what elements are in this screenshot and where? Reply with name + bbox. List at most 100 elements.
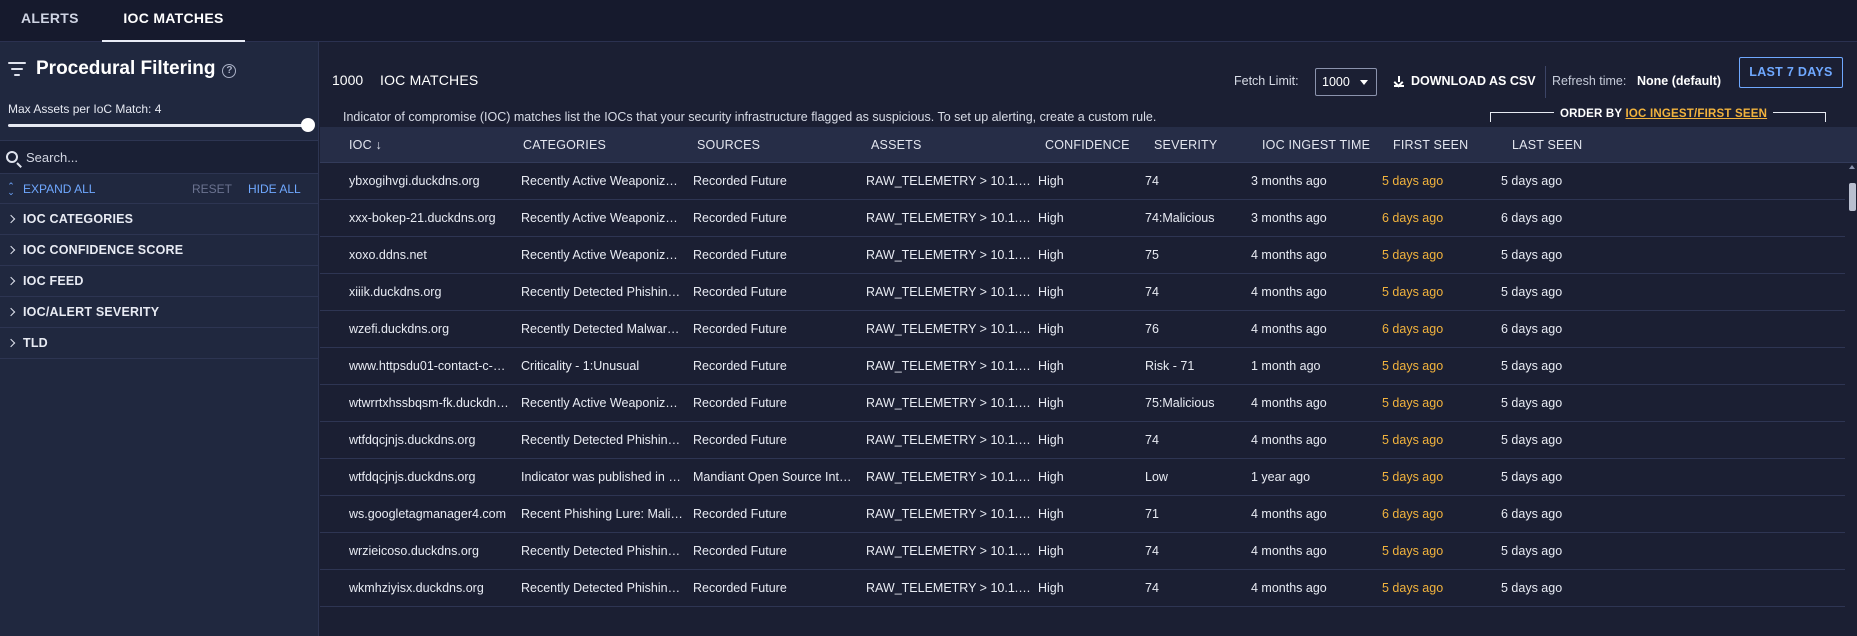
table-row[interactable]: www.httpsdu01-contact-c-2023.com Critical… bbox=[320, 348, 1845, 385]
cell-categories: Recently Detected Phishing Techniques bbox=[521, 285, 683, 299]
cell-first-seen: 6 days ago bbox=[1382, 211, 1444, 225]
column-header-first-seen[interactable]: FIRST SEEN bbox=[1393, 127, 1468, 163]
cell-sources: Recorded Future bbox=[693, 248, 787, 262]
filter-group-ioc-feed[interactable]: IOC FEED bbox=[0, 266, 318, 297]
table-row[interactable]: ybxogihvgi.duckdns.org Recently Active We… bbox=[320, 163, 1845, 200]
cell-assets: RAW_TELEMETRY > 10.1.130.205 bbox=[866, 322, 1034, 336]
time-range-button[interactable]: LAST 7 DAYS bbox=[1739, 57, 1843, 88]
cell-categories: Recently Active Weaponized Domain bbox=[521, 248, 683, 262]
cell-ioc[interactable]: ws.googletagmanager4.com bbox=[349, 496, 509, 532]
scroll-up-arrow-icon[interactable] bbox=[1849, 165, 1855, 169]
cell-last-seen: 5 days ago bbox=[1501, 544, 1563, 558]
cell-confidence: High bbox=[1038, 544, 1064, 558]
scrollbar-thumb[interactable] bbox=[1849, 183, 1856, 211]
search-icon bbox=[6, 151, 18, 163]
column-header-confidence[interactable]: CONFIDENCE bbox=[1045, 127, 1130, 163]
cell-assets: RAW_TELEMETRY > 10.1.67.130 bbox=[866, 396, 1034, 410]
cell-first-seen: 5 days ago bbox=[1382, 433, 1444, 447]
hide-all-button[interactable]: HIDE ALL bbox=[248, 182, 301, 196]
table-row[interactable]: wtwrrtxhssbqsm-fk.duckdns.org Recently Ac… bbox=[320, 385, 1845, 422]
cell-ioc[interactable]: xiiik.duckdns.org bbox=[349, 274, 509, 310]
tab-alerts[interactable]: ALERTS bbox=[21, 0, 79, 42]
cell-last-seen: 6 days ago bbox=[1501, 507, 1563, 521]
order-by-label: ORDER BY bbox=[1560, 108, 1623, 120]
cell-categories: Recently Detected Malware Operation bbox=[521, 322, 683, 336]
fetch-limit-label: Fetch Limit: bbox=[1234, 74, 1299, 88]
cell-ioc-ingest-time: 4 months ago bbox=[1251, 322, 1327, 336]
cell-assets: RAW_TELEMETRY > 10.1.11.36 bbox=[866, 359, 1034, 373]
cell-first-seen: 6 days ago bbox=[1382, 507, 1444, 521]
cell-ioc[interactable]: xoxo.ddns.net bbox=[349, 237, 509, 273]
table-row[interactable]: wtfdqcjnjs.duckdns.org Indicator was publ… bbox=[320, 459, 1845, 496]
filter-group-ioc-confidence-score[interactable]: IOC CONFIDENCE SCORE bbox=[0, 235, 318, 266]
cell-ioc[interactable]: xxx-bokep-21.duckdns.org bbox=[349, 200, 509, 236]
cell-ioc[interactable]: wzefi.duckdns.org bbox=[349, 311, 509, 347]
cell-categories: Indicator was published in public source… bbox=[521, 470, 683, 484]
table-row[interactable]: wkmhziyisx.duckdns.org Recently Detected … bbox=[320, 570, 1845, 607]
cell-severity: 75:Malicious bbox=[1145, 396, 1215, 410]
cell-severity: 74 bbox=[1145, 285, 1159, 299]
cell-categories: Recently Active Weaponized Domain bbox=[521, 396, 683, 410]
column-header-assets[interactable]: ASSETS bbox=[871, 127, 922, 163]
cell-ioc-ingest-time: 4 months ago bbox=[1251, 285, 1327, 299]
column-header-severity[interactable]: SEVERITY bbox=[1154, 127, 1217, 163]
table-row[interactable]: wtfdqcjnjs.duckdns.org Recently Detected … bbox=[320, 422, 1845, 459]
column-header-sources[interactable]: SOURCES bbox=[697, 127, 760, 163]
column-header-last-seen[interactable]: LAST SEEN bbox=[1512, 127, 1582, 163]
filter-group-ioc-categories[interactable]: IOC CATEGORIES bbox=[0, 204, 318, 235]
cell-categories: Recently Active Weaponized Domain bbox=[521, 211, 683, 225]
cell-ioc[interactable]: wtfdqcjnjs.duckdns.org bbox=[349, 422, 509, 458]
expand-all-button[interactable]: ⌃ ⌄ EXPAND ALL bbox=[6, 181, 95, 197]
cell-ioc[interactable]: www.httpsdu01-contact-c-2023.com bbox=[349, 348, 509, 384]
cell-categories: Recently Detected Phishing Techniques bbox=[521, 544, 683, 558]
cell-ioc[interactable]: wtfdqcjnjs.duckdns.org bbox=[349, 459, 509, 495]
cell-ioc[interactable]: ybxogihvgi.duckdns.org bbox=[349, 163, 509, 199]
cell-ioc-ingest-time: 4 months ago bbox=[1251, 433, 1327, 447]
cell-sources: Recorded Future bbox=[693, 581, 787, 595]
max-assets-slider-track[interactable] bbox=[8, 124, 308, 127]
column-header-ioc[interactable]: IOC ↓ bbox=[349, 127, 382, 163]
table-row[interactable]: xxx-bokep-21.duckdns.org Recently Active … bbox=[320, 200, 1845, 237]
cell-severity: 75 bbox=[1145, 248, 1159, 262]
fetch-limit-select[interactable]: 1000 bbox=[1315, 68, 1377, 96]
page-title: IOC MATCHES bbox=[380, 72, 479, 88]
help-icon[interactable]: ? bbox=[222, 63, 237, 78]
expand-collapse-icon: ⌃ ⌄ bbox=[7, 181, 15, 197]
search-input[interactable] bbox=[26, 141, 314, 173]
caret-down-icon bbox=[1360, 80, 1368, 85]
cell-severity: 74 bbox=[1145, 581, 1159, 595]
tab-ioc-matches[interactable]: IOC MATCHES bbox=[102, 0, 245, 42]
cell-categories: Recently Detected Phishing Techniques bbox=[521, 581, 683, 595]
filter-group-tld[interactable]: TLD bbox=[0, 328, 318, 359]
filter-icon bbox=[8, 62, 26, 76]
refresh-time-value[interactable]: None (default) bbox=[1637, 74, 1721, 88]
cell-categories: Recently Active Weaponized Domain bbox=[521, 174, 683, 188]
download-csv-label: DOWNLOAD AS CSV bbox=[1411, 74, 1536, 88]
cell-first-seen: 5 days ago bbox=[1382, 359, 1444, 373]
chevron-right-icon bbox=[6, 307, 16, 317]
reset-button[interactable]: RESET bbox=[192, 182, 232, 196]
sidebar-title: Procedural Filtering bbox=[36, 58, 216, 79]
cell-ioc[interactable]: wkmhziyisx.duckdns.org bbox=[349, 570, 509, 606]
table-row[interactable]: xiiik.duckdns.org Recently Detected Phish… bbox=[320, 274, 1845, 311]
table-row[interactable]: xoxo.ddns.net Recently Active Weaponized … bbox=[320, 237, 1845, 274]
table-scrollbar[interactable] bbox=[1847, 163, 1857, 636]
table-row[interactable]: wrzieicoso.duckdns.org Recently Detected … bbox=[320, 533, 1845, 570]
filter-group-ioc-alert-severity[interactable]: IOC/ALERT SEVERITY bbox=[0, 297, 318, 328]
column-header-categories[interactable]: CATEGORIES bbox=[523, 127, 606, 163]
download-csv-button[interactable]: DOWNLOAD AS CSV bbox=[1394, 74, 1536, 88]
cell-severity: Low bbox=[1145, 470, 1168, 484]
order-by-control[interactable]: ORDER BY IOC INGEST/FIRST SEEN bbox=[1554, 108, 1774, 120]
cell-last-seen: 5 days ago bbox=[1501, 174, 1563, 188]
order-by-value[interactable]: IOC INGEST/FIRST SEEN bbox=[1626, 108, 1768, 120]
column-header-ioc-ingest-time[interactable]: IOC INGEST TIME bbox=[1262, 127, 1370, 163]
table-row[interactable]: ws.googletagmanager4.com Recent Phishing … bbox=[320, 496, 1845, 533]
cell-confidence: High bbox=[1038, 285, 1064, 299]
cell-ioc[interactable]: wtwrrtxhssbqsm-fk.duckdns.org bbox=[349, 385, 509, 421]
cell-ioc[interactable]: wrzieicoso.duckdns.org bbox=[349, 533, 509, 569]
max-assets-slider-handle[interactable] bbox=[301, 118, 315, 132]
cell-assets: RAW_TELEMETRY > 10.1.35.97 bbox=[866, 507, 1034, 521]
table-row[interactable]: wzefi.duckdns.org Recently Detected Malwa… bbox=[320, 311, 1845, 348]
cell-sources: Recorded Future bbox=[693, 322, 787, 336]
cell-first-seen: 5 days ago bbox=[1382, 396, 1444, 410]
